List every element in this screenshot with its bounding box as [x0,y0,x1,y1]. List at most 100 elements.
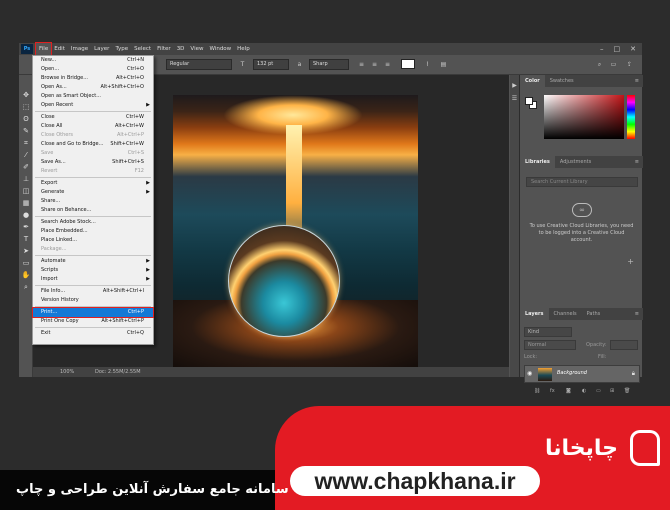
panel-menu-icon[interactable]: ≡ [635,308,639,320]
file-menu-item[interactable]: Scripts ▶ [33,266,153,275]
align-center-icon[interactable]: ≡ [370,60,379,69]
opacity-field[interactable] [610,340,638,350]
menu-file[interactable]: File [34,42,53,56]
delete-layer-icon[interactable]: 🗑︎ [624,388,630,394]
mask-icon[interactable]: ◙ [566,388,571,394]
shape-tool-icon[interactable]: ▭ [19,257,33,269]
layer-filter-select[interactable]: Kind [524,327,572,337]
file-menu-item[interactable]: Open Recent ▶ [33,101,153,110]
search-icon[interactable]: ⌕ [595,60,604,69]
tab-libraries[interactable]: Libraries [520,156,555,168]
file-menu-item[interactable]: Import ▶ [33,275,153,284]
share-icon[interactable]: ⇪ [625,60,634,69]
color-picker-field[interactable] [544,95,624,139]
file-menu-item[interactable]: Close Ctrl+W [33,113,153,122]
link-layers-icon[interactable]: ⛓ [534,388,540,394]
fx-icon[interactable]: fx [550,388,555,394]
file-menu-item[interactable]: Export ▶ [33,179,153,188]
quick-select-tool-icon[interactable]: ✎ [19,125,33,137]
antialias-select[interactable]: Sharp [309,59,349,70]
workspace-icon[interactable]: ▭ [609,60,618,69]
file-menu-item[interactable]: Close and Go to Bridge... Shift+Ctrl+W [33,140,153,149]
file-menu-item[interactable]: Close Others Alt+Ctrl+P [33,131,153,140]
menu-help[interactable]: Help [234,43,253,55]
file-menu-item[interactable]: Version History [33,296,153,305]
visibility-eye-icon[interactable]: ◉ [527,370,532,377]
dodge-tool-icon[interactable]: ● [19,209,33,221]
eraser-tool-icon[interactable]: ◫ [19,185,33,197]
zoom-level[interactable]: 100% [60,367,74,377]
blend-mode-select[interactable]: Normal [524,340,576,350]
warp-text-icon[interactable]: ⌇ [423,60,432,69]
maximize-icon[interactable]: □ [614,43,621,55]
menu-select[interactable]: Select [131,43,154,55]
minimize-icon[interactable]: – [600,43,604,55]
file-menu-item[interactable]: Search Adobe Stock... [33,218,153,227]
pen-tool-icon[interactable]: ✒ [19,221,33,233]
hue-slider[interactable] [627,95,635,139]
new-layer-icon[interactable]: ⊞ [610,388,614,394]
file-menu-item[interactable]: Close All Alt+Ctrl+W [33,122,153,131]
menu-window[interactable]: Window [206,43,234,55]
font-size-field[interactable]: 132 pt [253,59,289,70]
tab-layers[interactable]: Layers [520,308,549,320]
tab-color[interactable]: Color [520,75,545,87]
file-menu-item[interactable]: Exit Ctrl+Q [33,329,153,338]
file-menu-item[interactable]: New... Ctrl+N [33,56,153,65]
adjustment-icon[interactable]: ◐ [582,388,586,394]
file-menu-item[interactable]: Place Linked... [33,236,153,245]
file-menu-item[interactable]: Generate ▶ [33,188,153,197]
file-menu-item[interactable]: Package... [33,245,153,254]
path-select-tool-icon[interactable]: ➤ [19,245,33,257]
group-icon[interactable]: ▭ [596,388,601,394]
align-left-icon[interactable]: ≡ [357,60,366,69]
properties-icon[interactable]: ☰ [510,92,519,105]
file-menu-item[interactable]: Open As... Alt+Shift+Ctrl+O [33,83,153,92]
crop-tool-icon[interactable]: ⌗ [19,137,33,149]
type-tool-icon[interactable]: T [19,233,33,245]
fg-bg-colors[interactable] [525,97,537,109]
history-icon[interactable]: ▶ [510,79,519,92]
add-library-icon[interactable]: + [627,257,634,266]
close-icon[interactable]: ✕ [630,43,636,55]
lasso-tool-icon[interactable]: ʘ [19,113,33,125]
file-menu-item[interactable]: Open... Ctrl+O [33,65,153,74]
zoom-tool-icon[interactable]: ⌕ [19,281,33,293]
website-url[interactable]: www.chapkhana.ir [290,466,540,496]
tab-adjustments[interactable]: Adjustments [555,156,596,168]
marquee-tool-icon[interactable]: ⬚ [19,101,33,113]
menu-view[interactable]: View [187,43,206,55]
panel-menu-icon[interactable]: ≡ [635,156,639,168]
tab-swatches[interactable]: Swatches [545,75,579,87]
menu-edit[interactable]: Edit [51,43,68,55]
file-menu-item[interactable]: Open as Smart Object... [33,92,153,101]
stamp-tool-icon[interactable]: ⊥ [19,173,33,185]
hand-tool-icon[interactable]: ✋ [19,269,33,281]
font-style-select[interactable]: Regular [166,59,232,70]
align-right-icon[interactable]: ≡ [383,60,392,69]
text-color-swatch[interactable] [401,59,415,69]
file-menu-item[interactable]: File Info... Alt+Shift+Ctrl+I [33,287,153,296]
panel-menu-icon[interactable]: ≡ [635,75,639,87]
menu-3d[interactable]: 3D [174,43,188,55]
menu-filter[interactable]: Filter [154,43,174,55]
menu-image[interactable]: Image [68,43,91,55]
layer-row[interactable]: ◉ Background 🔒︎ [524,365,640,383]
file-menu-item[interactable]: Automate ▶ [33,257,153,266]
file-menu-item[interactable]: Share on Behance... [33,206,153,215]
file-menu-item[interactable]: Browse in Bridge... Alt+Ctrl+O [33,74,153,83]
tab-channels[interactable]: Channels [549,308,582,320]
file-menu-item[interactable]: Share... [33,197,153,206]
file-menu-item[interactable]: Revert F12 [33,167,153,176]
tab-paths[interactable]: Paths [582,308,606,320]
file-menu-item[interactable]: Save As... Shift+Ctrl+S [33,158,153,167]
eyedropper-tool-icon[interactable]: ⁄ [19,149,33,161]
gradient-tool-icon[interactable]: ▦ [19,197,33,209]
menu-layer[interactable]: Layer [91,43,112,55]
character-panel-icon[interactable]: ▤ [439,60,448,69]
file-menu-item[interactable]: Print... Ctrl+P [32,307,154,318]
menu-type[interactable]: Type [112,43,131,55]
library-search-input[interactable]: Search Current Library [526,177,638,187]
file-menu-item[interactable]: Place Embedded... [33,227,153,236]
file-menu-item[interactable]: Print One Copy Alt+Shift+Ctrl+P [33,317,153,326]
